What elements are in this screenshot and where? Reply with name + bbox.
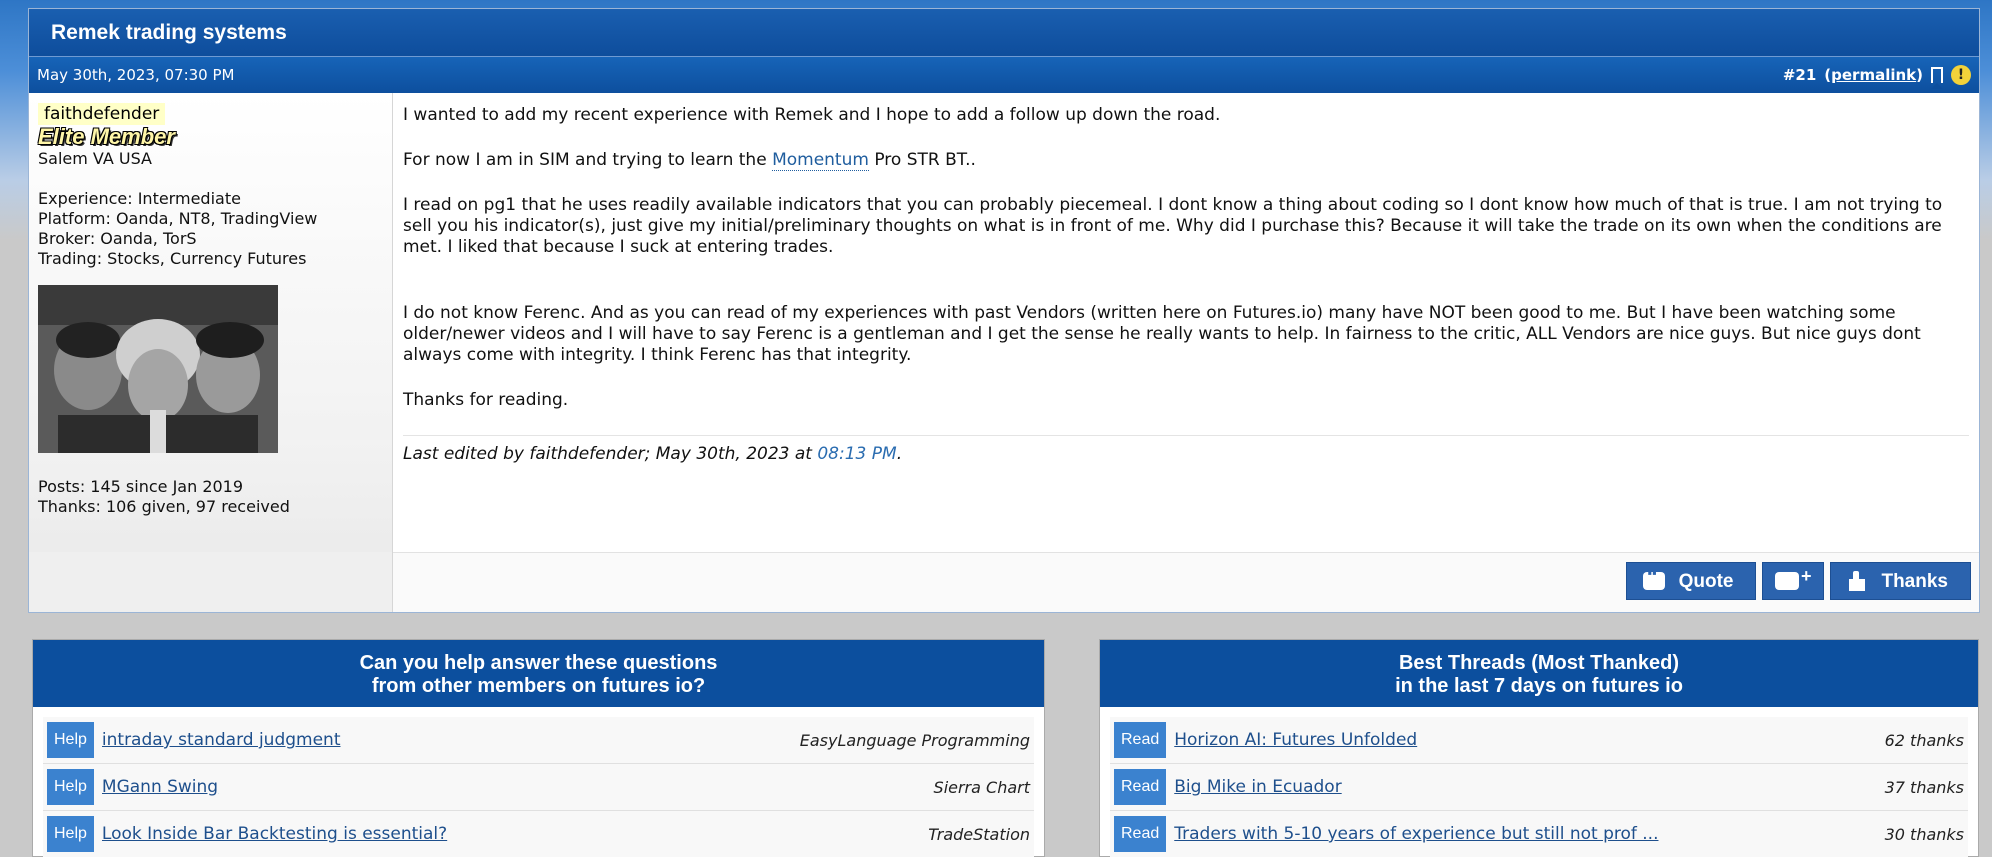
help-tag[interactable]: Help (47, 722, 94, 758)
help-questions-title-line1: Can you help answer these questions (359, 652, 718, 674)
post-number: #21 (1782, 66, 1817, 84)
help-questions-header: Can you help answer these questions from… (33, 640, 1044, 707)
thread-link[interactable]: Horizon AI: Futures Unfolded (1174, 730, 1884, 750)
multi-quote-icon: + (1775, 566, 1811, 592)
quote-button[interactable]: Quote (1625, 562, 1757, 600)
question-link[interactable]: Look Inside Bar Backtesting is essential… (102, 824, 928, 844)
best-threads-header: Best Threads (Most Thanked) in the last … (1100, 640, 1978, 707)
quote-button-label: Quote (1678, 570, 1734, 592)
avatar-image (38, 285, 278, 453)
user-thanks-count: Thanks: 106 given, 97 received (38, 497, 290, 516)
best-threads-list: Read Horizon AI: Futures Unfolded 62 tha… (1100, 707, 1978, 857)
multi-quote-button[interactable]: + (1762, 562, 1825, 600)
permalink-wrapper: (permalink) (1824, 66, 1923, 84)
post-paragraph-2-start: For now I am in SIM and trying to learn … (403, 150, 773, 170)
momentum-link[interactable]: Momentum (772, 150, 869, 171)
last-edited-text: Last edited by faithdefender; May 30th, … (403, 444, 818, 464)
user-experience: Experience: Intermediate (38, 189, 241, 208)
thread-link[interactable]: Big Mike in Ecuador (1174, 777, 1884, 797)
list-item: Read Traders with 5-10 years of experien… (1110, 811, 1968, 857)
list-item: Help MGann Swing Sierra Chart (43, 764, 1034, 811)
user-platform: Platform: Oanda, NT8, TradingView (38, 209, 318, 228)
thanks-button[interactable]: Thanks (1830, 562, 1971, 600)
post-actions: Quote + Thanks (1625, 562, 1971, 600)
quote-icon (1642, 566, 1665, 590)
read-tag[interactable]: Read (1114, 769, 1167, 805)
list-item: Read Horizon AI: Futures Unfolded 62 tha… (1110, 717, 1968, 764)
post-paragraph-5: Thanks for reading. (403, 390, 569, 410)
thumbs-up-icon (1847, 571, 1867, 591)
best-threads-title-line1: Best Threads (Most Thanked) (1398, 652, 1680, 674)
list-item: Read Big Mike in Ecuador 37 thanks (1110, 764, 1968, 811)
question-forum: TradeStation (928, 824, 1030, 844)
bookmark-icon[interactable] (1931, 67, 1943, 89)
avatar[interactable] (38, 285, 278, 453)
list-item: Help intraday standard judgment EasyLang… (43, 717, 1034, 764)
thanks-count: 62 thanks (1884, 730, 1964, 750)
help-tag[interactable]: Help (47, 816, 94, 852)
user-location: Salem VA USA (38, 149, 152, 168)
post-paragraph-4: I do not know Ferenc. And as you can rea… (403, 303, 1921, 365)
post-date: May 30th, 2023, 07:30 PM (37, 66, 235, 84)
help-questions-title-line2: from other members on futures io? (371, 675, 706, 697)
thanks-count: 37 thanks (1884, 777, 1964, 797)
user-trading: Trading: Stocks, Currency Futures (38, 249, 307, 268)
forum-post: Remek trading systems May 30th, 2023, 07… (28, 8, 1980, 613)
thanks-count: 30 thanks (1884, 824, 1964, 844)
user-rank: Elite Member (38, 124, 175, 149)
post-paragraph-3: I read on pg1 that he uses readily avail… (403, 195, 1943, 257)
thread-title: Remek trading systems (29, 9, 1979, 57)
question-forum: Sierra Chart (933, 777, 1030, 797)
question-link[interactable]: MGann Swing (102, 777, 934, 797)
question-link[interactable]: intraday standard judgment (102, 730, 800, 750)
post-paragraph-2: For now I am in SIM and trying to learn … (403, 150, 1969, 171)
best-threads-box: Best Threads (Most Thanked) in the last … (1099, 639, 1979, 857)
thanks-button-label: Thanks (1881, 570, 1948, 592)
user-broker: Broker: Oanda, TorS (38, 229, 197, 248)
username[interactable]: faithdefender (38, 103, 166, 125)
last-edited-time: 08:13 PM (817, 444, 897, 464)
post-body: faithdefender Elite Member Salem VA USA … (29, 93, 1979, 612)
permalink-link[interactable]: permalink (1831, 66, 1916, 84)
post-paragraph-2-end: Pro STR BT.. (868, 150, 976, 170)
read-tag[interactable]: Read (1114, 722, 1167, 758)
help-tag[interactable]: Help (47, 769, 94, 805)
post-meta-right: #21 (permalink) ! (1782, 65, 1971, 89)
warning-icon[interactable]: ! (1951, 65, 1971, 85)
post-paragraph-1: I wanted to add my recent experience wit… (403, 105, 1221, 125)
last-edited-suffix: . (896, 444, 903, 464)
question-forum: EasyLanguage Programming (799, 730, 1030, 750)
thread-link[interactable]: Traders with 5-10 years of experience bu… (1174, 824, 1884, 844)
help-questions-list: Help intraday standard judgment EasyLang… (33, 707, 1044, 857)
post-content: I wanted to add my recent experience wit… (393, 93, 1979, 612)
user-panel-footer (29, 552, 392, 612)
read-tag[interactable]: Read (1114, 816, 1167, 852)
post-meta-bar: May 30th, 2023, 07:30 PM #21 (permalink)… (29, 57, 1979, 93)
help-questions-box: Can you help answer these questions from… (32, 639, 1045, 857)
user-panel: faithdefender Elite Member Salem VA USA … (29, 93, 393, 612)
best-threads-title-line2: in the last 7 days on futures io (1395, 675, 1683, 697)
list-item: Help Look Inside Bar Backtesting is esse… (43, 811, 1034, 857)
user-post-count: Posts: 145 since Jan 2019 (38, 477, 244, 496)
last-edited-note: Last edited by faithdefender; May 30th, … (403, 435, 1969, 465)
